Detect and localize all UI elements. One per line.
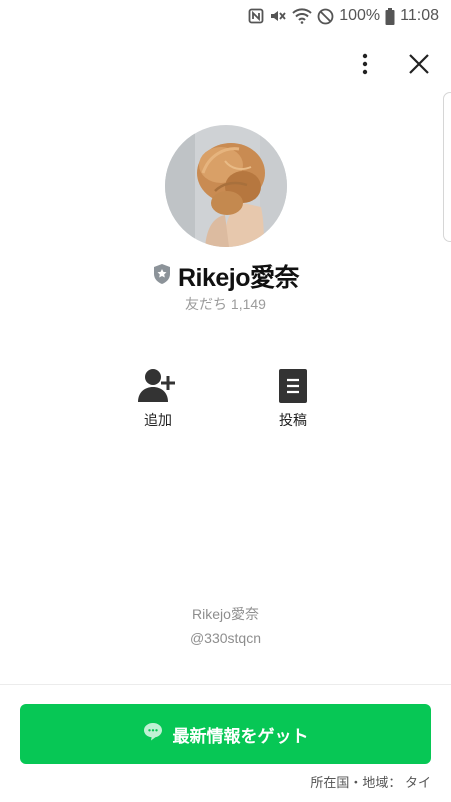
footer-account-id: @330stqcn — [189, 630, 262, 646]
battery-icon — [385, 7, 395, 25]
account-name-row: Rikejo愛奈 — [0, 256, 451, 296]
edge-panel-handle[interactable] — [443, 92, 451, 242]
region-label: 所在国・地域： タイ — [310, 775, 431, 790]
official-badge-icon — [152, 263, 172, 290]
do-not-disturb-icon — [317, 8, 334, 25]
wifi-icon — [292, 8, 312, 24]
nfc-icon — [248, 8, 264, 24]
account-name: Rikejo愛奈 — [177, 264, 300, 292]
get-updates-label: 最新情報をゲット — [172, 726, 309, 746]
status-icons: 100% 11:08 — [248, 5, 439, 27]
avatar[interactable] — [165, 125, 287, 247]
posts-label: 投稿 — [279, 412, 307, 428]
close-icon[interactable] — [405, 50, 433, 78]
battery-percent: 100% — [339, 7, 381, 24]
friends-count: 友だち 1,149 — [185, 296, 266, 312]
mute-icon — [269, 8, 287, 24]
divider — [0, 684, 451, 685]
header-actions — [351, 50, 433, 78]
add-friend-icon — [118, 368, 198, 404]
footer-account-name: Rikejo愛奈 — [192, 606, 259, 622]
more-options-icon[interactable] — [351, 50, 379, 78]
posts-button[interactable]: 投稿 — [253, 368, 333, 430]
posts-icon — [253, 368, 333, 404]
clock: 11:08 — [400, 7, 439, 24]
add-friend-label: 追加 — [144, 412, 172, 428]
add-friend-button[interactable]: 追加 — [118, 368, 198, 430]
get-updates-button[interactable]: 最新情報をゲット — [20, 704, 431, 764]
status-bar: 100% 11:08 — [0, 0, 451, 32]
chat-bubble-icon — [143, 722, 163, 746]
